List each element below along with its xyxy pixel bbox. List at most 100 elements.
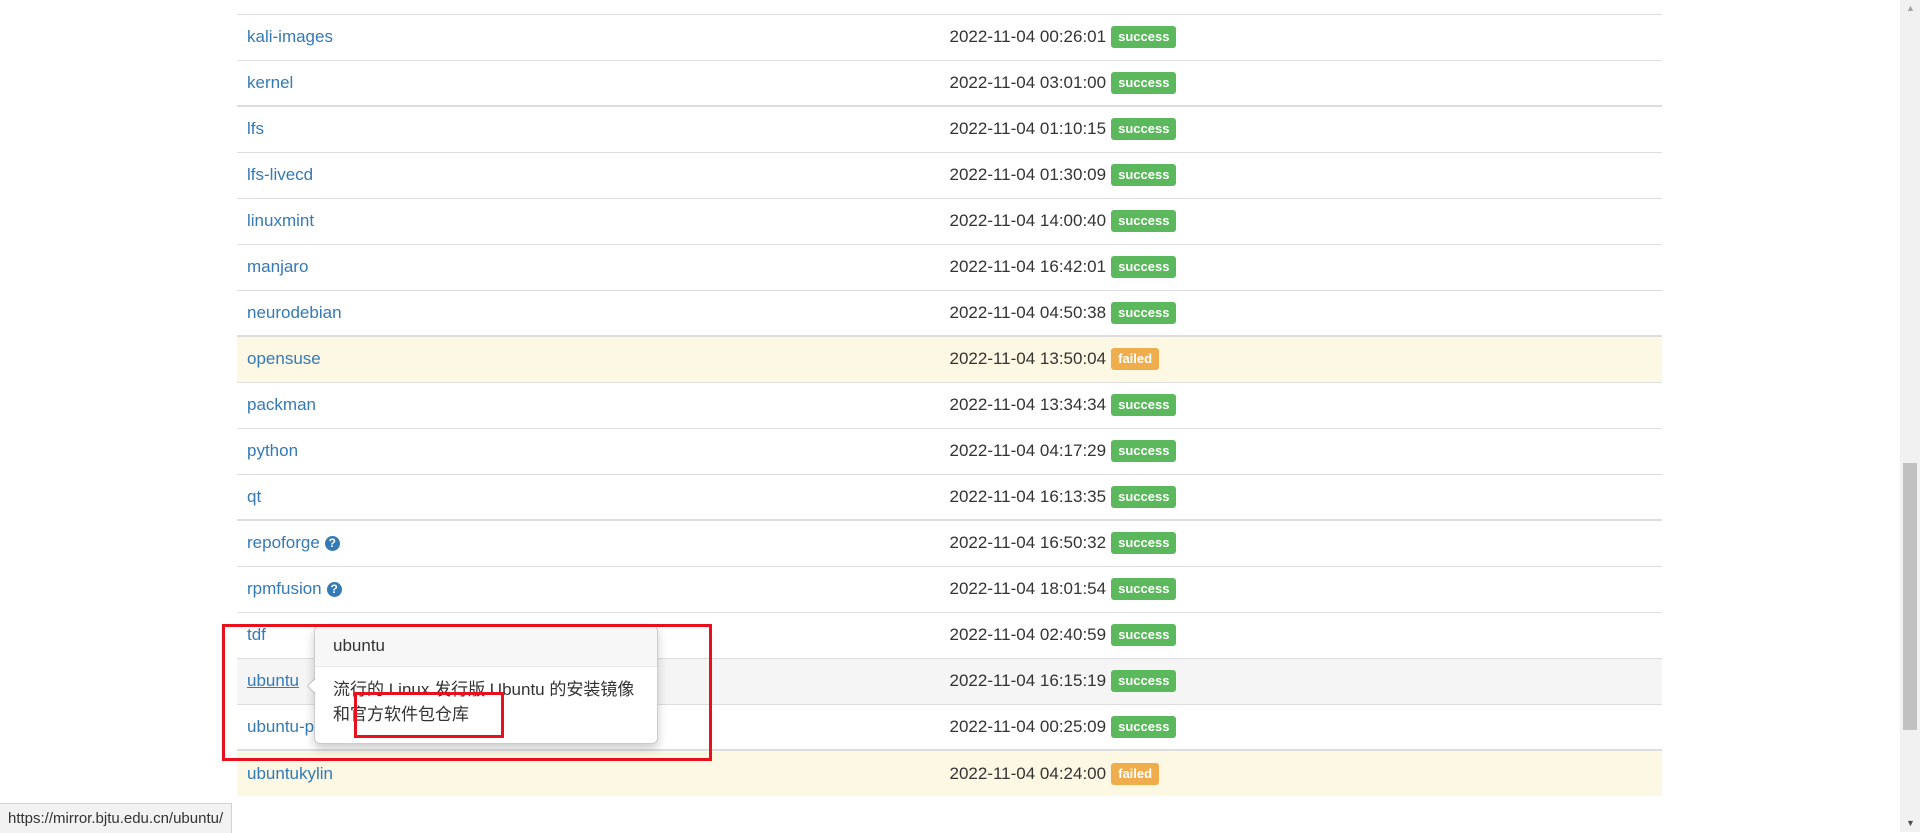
status-badge: success — [1111, 532, 1177, 555]
last-sync-time: 2022-11-04 13:50:04 — [949, 349, 1107, 369]
last-sync-time: 2022-11-04 16:50:32 — [949, 533, 1107, 553]
mirror-status-cell: 2022-11-04 16:13:35 success — [949, 473, 1662, 520]
status-badge: success — [1111, 485, 1177, 508]
scroll-down-arrow-icon[interactable]: ▼ — [1906, 818, 1915, 828]
mirror-status-cell: 2022-11-04 04:17:29 success — [949, 427, 1662, 474]
table-row: kali-images 2022-11-04 00:26:01 success — [237, 13, 1662, 60]
mirror-status-cell: 2022-11-04 13:50:04 failed — [949, 335, 1662, 382]
status-badge: failed — [1111, 348, 1160, 371]
popover-content: 流行的 Linux 发行版 Ubuntu 的安装镜像和官方软件包仓库 — [333, 680, 635, 724]
mirror-link-kali-images[interactable]: kali-images — [247, 27, 333, 46]
mirror-link-python[interactable]: python — [247, 441, 298, 460]
mirror-name-cell: rpmfusion? — [237, 565, 950, 612]
last-sync-time: 2022-11-04 13:34:34 — [949, 395, 1107, 414]
status-badge: success — [1111, 578, 1177, 600]
table-row: repoforge? 2022-11-04 16:50:32 success — [237, 519, 1662, 566]
question-circle-icon[interactable]: ? — [324, 536, 340, 552]
table-row: neurodebian 2022-11-04 04:50:38 success — [237, 289, 1662, 336]
status-badge: success — [1111, 256, 1177, 278]
mirror-name-cell: neurodebian — [237, 289, 950, 336]
mirror-name-cell: kernel — [237, 59, 950, 106]
mirror-link-opensuse[interactable]: opensuse — [247, 349, 321, 368]
mirror-link-tdf[interactable]: tdf — [247, 625, 266, 644]
last-sync-time: 2022-11-04 00:26:01 — [949, 27, 1107, 46]
mirror-name-cell: packman — [237, 381, 950, 428]
mirror-link-kernel[interactable]: kernel — [247, 73, 293, 92]
mirror-link-ubuntu[interactable]: ubuntu — [247, 671, 299, 690]
table-row: packman 2022-11-04 13:34:34 success — [237, 381, 1662, 428]
mirror-link-lfs-livecd[interactable]: lfs-livecd — [247, 165, 313, 184]
mirror-status-cell: 2022-11-04 16:15:19 success — [949, 657, 1662, 704]
status-badge: success — [1111, 118, 1177, 141]
mirror-link-neurodebian[interactable]: neurodebian — [247, 303, 342, 322]
mirror-name-cell: ubuntukylin — [237, 749, 950, 796]
mirror-link-qt[interactable]: qt — [247, 487, 261, 506]
last-sync-time: 2022-11-04 00:25:09 — [949, 716, 1107, 736]
mirror-status-cell: 2022-11-04 04:24:00 failed — [949, 749, 1662, 796]
table-row: lfs 2022-11-04 01:10:15 success — [237, 105, 1662, 152]
mirror-status-cell: 2022-11-04 01:30:09 success — [949, 151, 1662, 198]
mirror-name-cell: manjaro — [237, 243, 950, 290]
scroll-up-arrow-icon[interactable]: ▲ — [1906, 3, 1915, 13]
mirror-name-cell: repoforge? — [237, 519, 950, 566]
status-badge: success — [1111, 26, 1177, 48]
last-sync-time: 2022-11-04 01:30:09 — [949, 165, 1107, 184]
question-circle-icon[interactable]: ? — [326, 582, 342, 597]
mirror-status-cell: 2022-11-04 16:50:32 success — [949, 519, 1662, 566]
ubuntu-popover: ubuntu 流行的 Linux 发行版 Ubuntu 的安装镜像和官方软件包仓… — [307, 625, 658, 744]
last-sync-time: 2022-11-04 02:40:59 — [949, 625, 1107, 644]
mirror-status-cell: 2022-11-04 00:26:01 success — [949, 13, 1662, 60]
mirror-name-cell: lfs-livecd — [237, 151, 950, 198]
status-badge: success — [1111, 715, 1177, 738]
vertical-scrollbar[interactable]: ▲ ▼ — [1900, 0, 1920, 832]
mirror-status-cell: 2022-11-04 13:34:34 success — [949, 381, 1662, 428]
mirror-name-cell: linuxmint — [237, 197, 950, 244]
mirror-name-cell: opensuse — [237, 335, 950, 382]
last-sync-time: 2022-11-04 16:15:19 — [949, 671, 1107, 690]
mirror-status-cell: 2022-11-04 03:01:00 success — [949, 59, 1662, 106]
popover-arrow — [307, 678, 315, 694]
table-row: python 2022-11-04 04:17:29 success — [237, 427, 1662, 474]
table-row: qt 2022-11-04 16:13:35 success — [237, 473, 1662, 520]
mirror-link-packman[interactable]: packman — [247, 395, 316, 414]
mirror-status-cell: 2022-11-04 04:50:38 success — [949, 289, 1662, 336]
mirror-status-cell: 2022-11-04 01:10:15 success — [949, 105, 1662, 152]
status-bar-url: https://mirror.bjtu.edu.cn/ubuntu/ — [0, 803, 233, 833]
last-sync-time: 2022-11-04 03:01:00 — [949, 72, 1107, 92]
status-badge: success — [1111, 210, 1177, 232]
last-sync-time: 2022-11-04 18:01:54 — [949, 579, 1107, 598]
mirror-name-cell: lfs — [237, 105, 950, 152]
status-badge: success — [1111, 164, 1177, 186]
last-sync-time: 2022-11-04 01:10:15 — [949, 119, 1107, 139]
mirror-name-cell: qt — [237, 473, 950, 520]
mirror-status-cell: 2022-11-04 18:01:54 success — [949, 565, 1662, 612]
mirror-status-cell: 2022-11-04 00:25:09 success — [949, 703, 1662, 750]
mirror-link-manjaro[interactable]: manjaro — [247, 257, 308, 276]
last-sync-time: 2022-11-04 04:17:29 — [949, 441, 1107, 460]
mirror-link-lfs[interactable]: lfs — [247, 119, 264, 138]
last-sync-time: 2022-11-04 14:00:40 — [949, 211, 1107, 230]
last-sync-time: 2022-11-04 04:50:38 — [949, 302, 1107, 322]
status-badge: success — [1111, 394, 1177, 416]
scrollbar-thumb[interactable] — [1903, 463, 1917, 730]
status-badge: failed — [1111, 762, 1160, 785]
table-row: rpmfusion? 2022-11-04 18:01:54 success — [237, 565, 1662, 612]
mirror-name-cell: kali-images — [237, 13, 950, 60]
status-badge: success — [1111, 670, 1177, 692]
popover-title: ubuntu — [315, 626, 657, 667]
status-badge: success — [1111, 71, 1177, 94]
mirror-link-linuxmint[interactable]: linuxmint — [247, 211, 314, 230]
mirror-link-repoforge[interactable]: repoforge — [247, 533, 320, 552]
last-sync-time: 2022-11-04 16:42:01 — [949, 257, 1107, 276]
last-sync-time: 2022-11-04 04:24:00 — [949, 763, 1107, 783]
table-row: opensuse 2022-11-04 13:50:04 failed — [237, 335, 1662, 382]
status-badge: success — [1111, 301, 1177, 324]
table-top-edge — [237, 0, 1662, 15]
mirror-link-ubuntukylin[interactable]: ubuntukylin — [247, 764, 333, 783]
mirror-status-cell: 2022-11-04 16:42:01 success — [949, 243, 1662, 290]
mirror-status-cell: 2022-11-04 14:00:40 success — [949, 197, 1662, 244]
status-badge: success — [1111, 440, 1177, 462]
mirror-link-rpmfusion[interactable]: rpmfusion — [247, 579, 322, 598]
table-row: manjaro 2022-11-04 16:42:01 success — [237, 243, 1662, 290]
mirror-name-cell: python — [237, 427, 950, 474]
